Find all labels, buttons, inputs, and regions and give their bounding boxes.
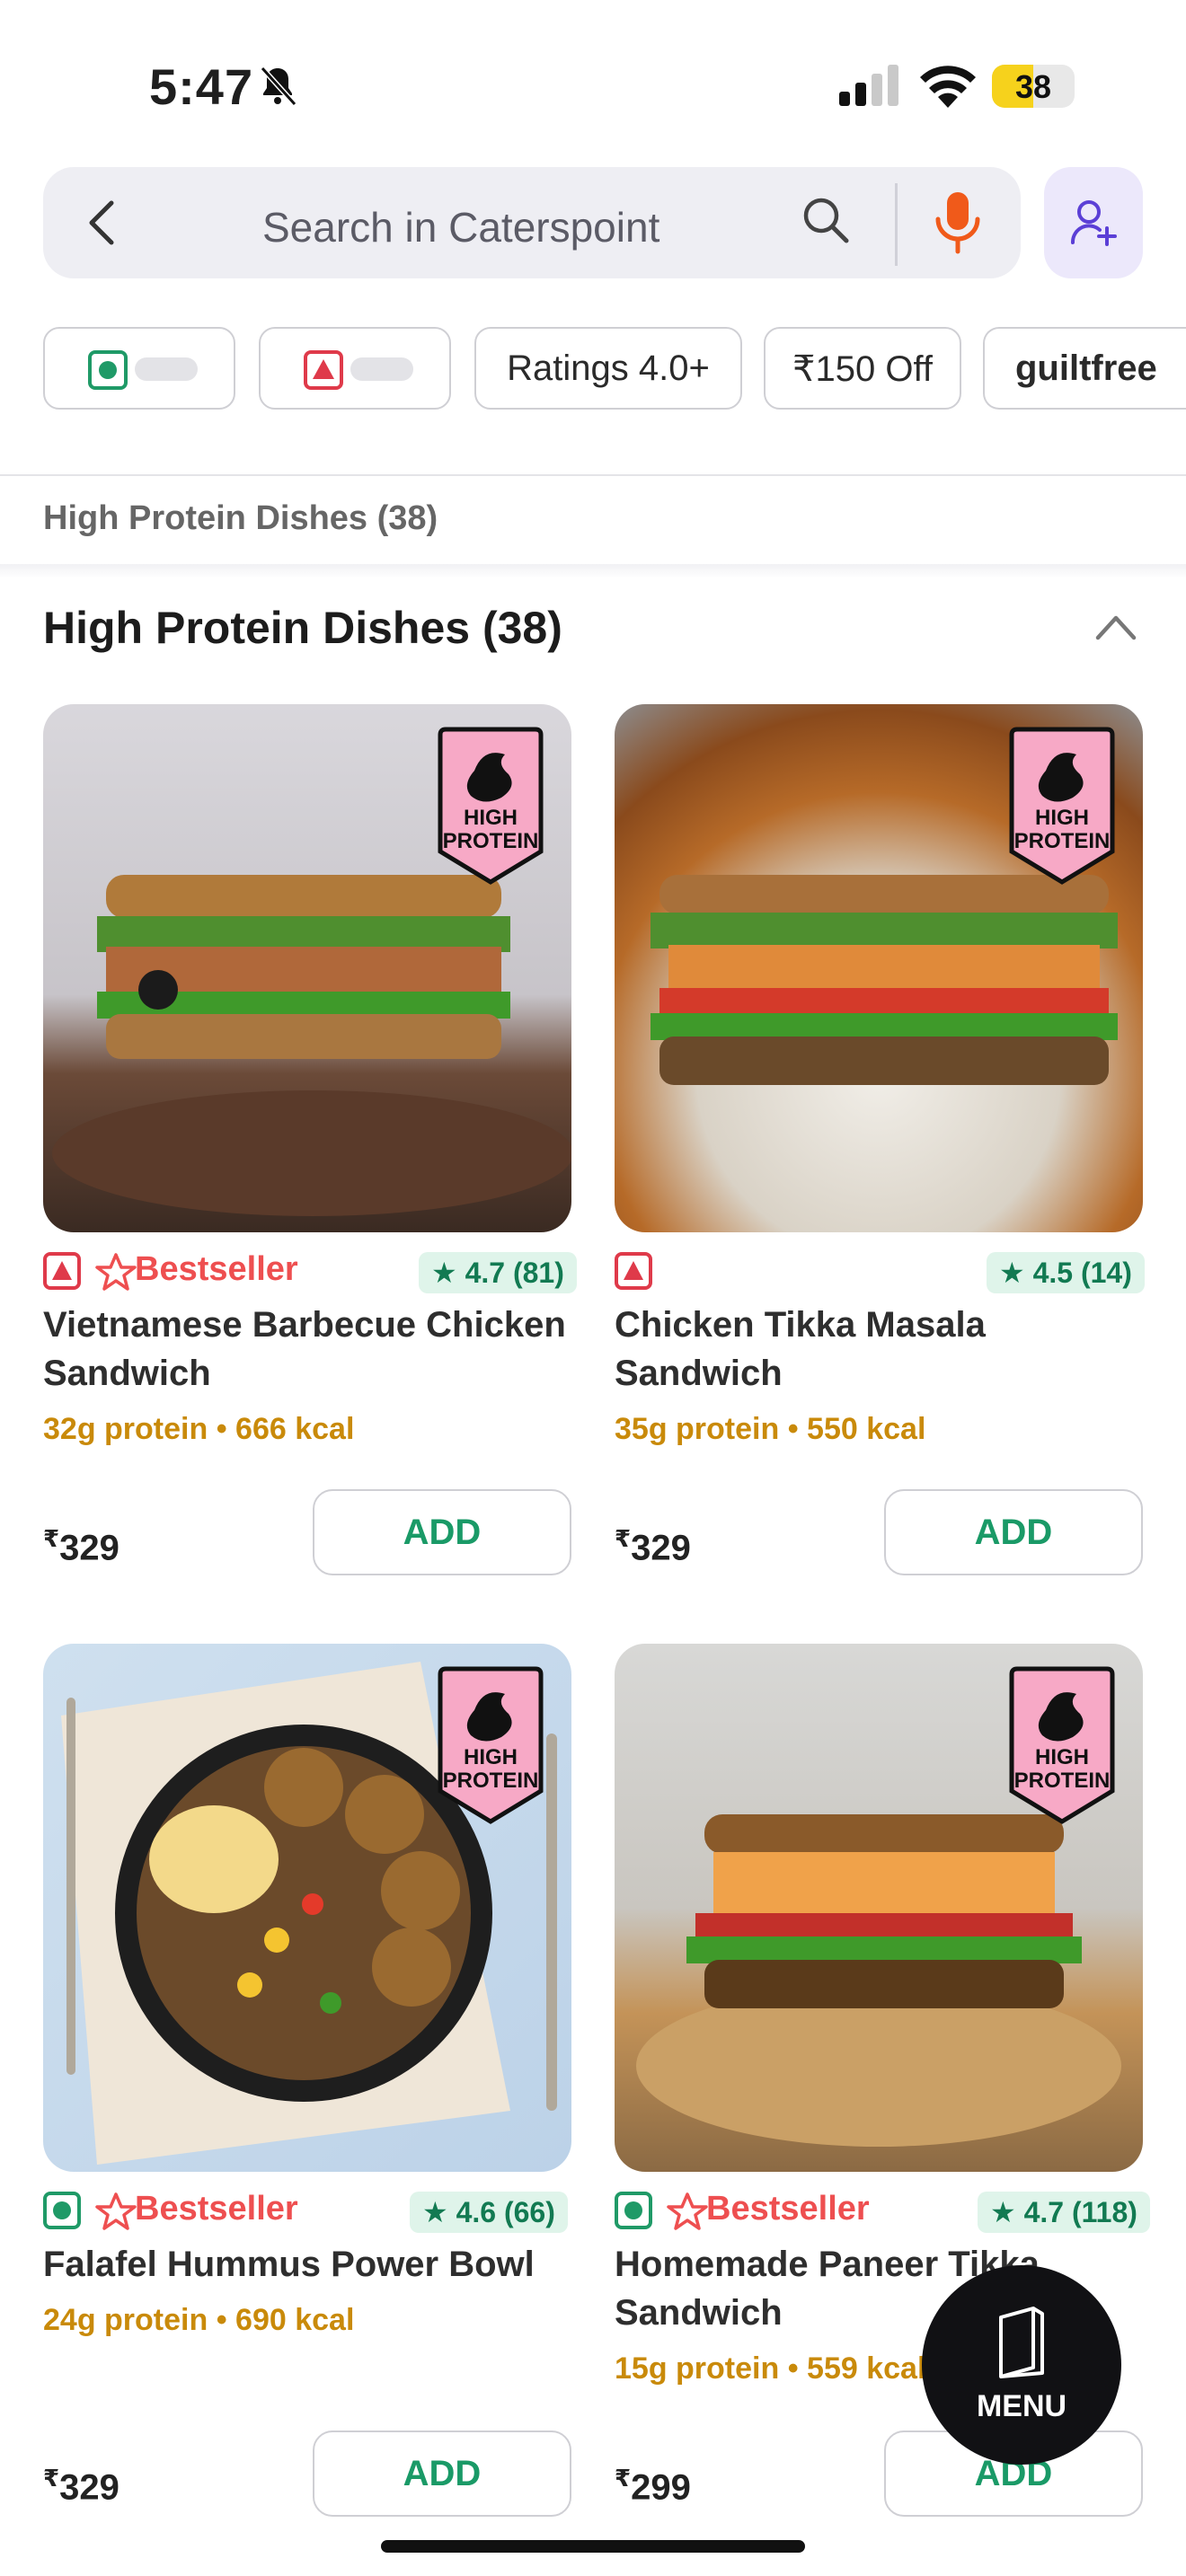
dish-name[interactable]: Vietnamese Barbecue Chicken Sandwich: [43, 1301, 582, 1398]
bestseller-star-icon: [95, 2192, 137, 2230]
nonveg-icon: [43, 1252, 81, 1290]
bestseller-star-icon: [95, 1253, 137, 1291]
dish-name[interactable]: Falafel Hummus Power Bowl: [43, 2240, 582, 2289]
chip-label: Ratings 4.0+: [507, 348, 710, 388]
high-protein-badge: HIGH PROTEIN: [1006, 726, 1118, 886]
chip-label: ₹150 Off: [792, 349, 933, 389]
bestseller-label: Bestseller: [706, 2190, 870, 2228]
home-indicator[interactable]: [381, 2540, 805, 2553]
badge-line1: HIGH: [464, 806, 518, 830]
wifi-icon: [920, 66, 976, 108]
star-icon: ★: [999, 1257, 1033, 1289]
rating-value: 4.7 (118): [1023, 2196, 1137, 2228]
badge-line2: PROTEIN: [1013, 1769, 1111, 1793]
price-value: 329: [631, 1528, 691, 1568]
dish-name-line1: Vietnamese Barbecue Chicken: [43, 1305, 566, 1345]
veg-icon: [615, 2192, 652, 2229]
search-icon[interactable]: [801, 196, 850, 244]
dish-name-line2: Sandwich: [43, 1354, 211, 1393]
section-breadcrumb: High Protein Dishes (38): [43, 499, 438, 537]
battery-indicator: 38: [992, 65, 1075, 108]
dish-name-line1: Chicken Tikka Masala: [615, 1305, 986, 1345]
menu-label: MENU: [976, 2389, 1067, 2423]
nonveg-icon: [304, 350, 343, 390]
price-value: 299: [631, 2467, 691, 2508]
section-title: High Protein Dishes (38): [43, 603, 562, 653]
divider: [0, 474, 1186, 476]
rating-value: 4.5 (14): [1032, 1257, 1132, 1289]
veg-icon: [43, 2192, 81, 2229]
high-protein-badge: HIGH PROTEIN: [435, 1665, 546, 1825]
badge-line1: HIGH: [464, 1745, 518, 1769]
nonveg-toggle[interactable]: [350, 357, 413, 381]
price-value: 329: [59, 1528, 119, 1568]
dish-price: ₹329: [43, 2465, 119, 2508]
dish-nutrition: 15g protein • 559 kcal: [615, 2351, 926, 2386]
price-value: 329: [59, 2467, 119, 2508]
search-divider: [895, 183, 898, 266]
rating-badge: ★ 4.7 (118): [978, 2192, 1150, 2233]
currency-symbol: ₹: [615, 2465, 632, 2492]
add-button[interactable]: ADD: [313, 1489, 571, 1575]
offer-filter-chip[interactable]: ₹150 Off: [764, 327, 961, 410]
dish-name[interactable]: Chicken Tikka Masala Sandwich: [615, 1301, 1154, 1398]
veg-toggle[interactable]: [135, 357, 198, 381]
currency-symbol: ₹: [43, 2465, 60, 2492]
dish-price: ₹329: [43, 1525, 119, 1568]
nonveg-filter-chip[interactable]: [259, 327, 451, 410]
back-arrow-icon[interactable]: [84, 198, 120, 248]
bestseller-star-icon: [667, 2192, 708, 2230]
veg-icon: [88, 350, 128, 390]
status-time: 5:47: [149, 58, 254, 115]
dish-price: ₹299: [615, 2465, 691, 2508]
add-user-icon[interactable]: [1069, 198, 1118, 246]
cellular-signal-icon: [839, 65, 898, 106]
high-protein-badge: HIGH PROTEIN: [1006, 1665, 1118, 1825]
dish-name-line1: Falafel Hummus Power Bowl: [43, 2245, 535, 2284]
battery-level: 38: [1014, 68, 1052, 105]
star-icon: ★: [422, 2196, 456, 2228]
star-icon: ★: [431, 1257, 465, 1289]
dish-nutrition: 32g protein • 666 kcal: [43, 1412, 355, 1446]
dish-nutrition: 35g protein • 550 kcal: [615, 1412, 926, 1446]
badge-line1: HIGH: [1035, 1745, 1089, 1769]
badge-line1: HIGH: [1035, 806, 1089, 830]
currency-symbol: ₹: [43, 1525, 60, 1552]
rating-value: 4.6 (66): [456, 2196, 555, 2228]
rating-badge: ★ 4.5 (14): [987, 1252, 1145, 1293]
bell-muted-icon: [260, 66, 297, 107]
star-icon: ★: [990, 2196, 1024, 2228]
microphone-icon[interactable]: [933, 190, 983, 255]
bestseller-label: Bestseller: [135, 1250, 298, 1288]
high-protein-badge: HIGH PROTEIN: [435, 726, 546, 886]
badge-line2: PROTEIN: [442, 1769, 539, 1793]
section-separator: [0, 564, 1186, 578]
badge-line2: PROTEIN: [442, 829, 539, 853]
rating-badge: ★ 4.7 (81): [419, 1252, 577, 1293]
chip-label: guiltfree: [1015, 348, 1157, 388]
nonveg-icon: [615, 1252, 652, 1290]
dish-name-line2: Sandwich: [615, 1354, 783, 1393]
rating-value: 4.7 (81): [465, 1257, 564, 1289]
badge-line2: PROTEIN: [1013, 829, 1111, 853]
add-button[interactable]: ADD: [313, 2430, 571, 2517]
add-button[interactable]: ADD: [884, 1489, 1143, 1575]
guiltfree-filter-chip[interactable]: guiltfree: [983, 327, 1186, 410]
bestseller-label: Bestseller: [135, 2190, 298, 2228]
currency-symbol: ₹: [615, 1525, 632, 1552]
ratings-filter-chip[interactable]: Ratings 4.0+: [474, 327, 742, 410]
chevron-up-icon[interactable]: [1093, 611, 1139, 643]
rating-badge: ★ 4.6 (66): [410, 2192, 568, 2233]
dish-price: ₹329: [615, 1525, 691, 1568]
menu-book-icon: [999, 2307, 1044, 2378]
menu-fab-button[interactable]: MENU: [922, 2265, 1121, 2465]
search-input[interactable]: Search in Caterspoint: [262, 203, 659, 251]
dish-nutrition: 24g protein • 690 kcal: [43, 2303, 355, 2337]
veg-filter-chip[interactable]: [43, 327, 235, 410]
